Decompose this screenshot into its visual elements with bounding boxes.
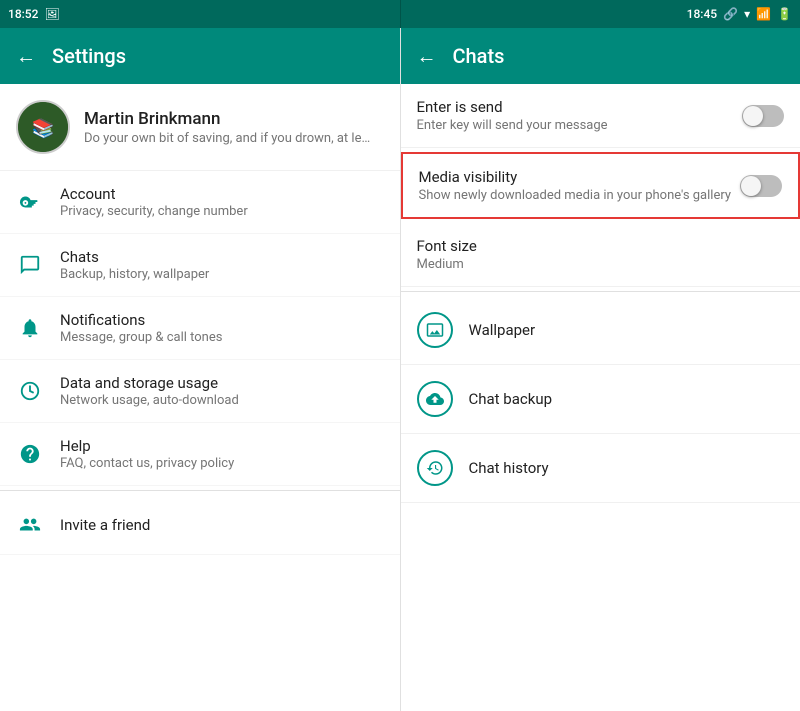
account-text: Account Privacy, security, change number — [60, 185, 384, 219]
photo-icon: 🖼 — [44, 7, 59, 21]
wifi-icon: ▾ — [744, 7, 750, 21]
settings-item-invite[interactable]: Invite a friend — [0, 495, 400, 555]
wallpaper-row[interactable]: Wallpaper — [401, 296, 800, 365]
profile-section[interactable]: 📚 Martin Brinkmann Do your own bit of sa… — [0, 84, 400, 171]
enter-is-send-toggle-thumb — [743, 106, 763, 126]
chats-text: Chats Backup, history, wallpaper — [60, 248, 384, 282]
enter-is-send-row: Enter is send Enter key will send your m… — [401, 84, 800, 148]
profile-name: Martin Brinkmann — [84, 109, 370, 129]
enter-is-send-subtitle: Enter key will send your message — [417, 118, 608, 133]
media-visibility-row: Media visibility Show newly downloaded m… — [401, 152, 800, 219]
notifications-title: Notifications — [60, 311, 384, 329]
svg-text:📚: 📚 — [31, 117, 54, 139]
settings-item-account[interactable]: Account Privacy, security, change number — [0, 171, 400, 234]
font-size-title: Font size — [417, 237, 785, 255]
right-content: Enter is send Enter key will send your m… — [401, 84, 800, 711]
right-app-bar-title: Chats — [453, 44, 505, 68]
font-size-row[interactable]: Font size Medium — [401, 223, 800, 287]
sim-icon: 🔗 — [723, 7, 738, 21]
left-back-button[interactable]: ← — [16, 44, 36, 69]
data-icon — [16, 380, 44, 402]
chat-backup-label: Chat backup — [469, 390, 553, 408]
settings-item-help[interactable]: Help FAQ, contact us, privacy policy — [0, 423, 400, 486]
font-size-value: Medium — [417, 257, 785, 272]
wallpaper-label: Wallpaper — [469, 321, 536, 339]
right-back-button[interactable]: ← — [417, 44, 437, 69]
status-bar: 18:52 🖼 18:45 🔗 ▾ 📶 🔋 — [0, 0, 800, 28]
chats-subtitle: Backup, history, wallpaper — [60, 267, 384, 282]
cloud-upload-icon — [417, 381, 453, 417]
key-icon — [16, 191, 44, 213]
avatar: 📚 — [16, 100, 70, 154]
chats-icon — [16, 254, 44, 276]
account-title: Account — [60, 185, 384, 203]
enter-is-send-toggle[interactable] — [742, 105, 784, 127]
signal-icon: 📶 — [756, 7, 771, 21]
wallpaper-icon — [417, 312, 453, 348]
settings-item-notifications[interactable]: Notifications Message, group & call tone… — [0, 297, 400, 360]
history-icon — [417, 450, 453, 486]
left-app-bar-title: Settings — [52, 44, 126, 68]
data-storage-title: Data and storage usage — [60, 374, 384, 392]
chat-history-label: Chat history — [469, 459, 549, 477]
settings-item-chats[interactable]: Chats Backup, history, wallpaper — [0, 234, 400, 297]
left-panel: ← Settings 📚 Martin Brinkmann Do your ow… — [0, 28, 400, 711]
help-text: Help FAQ, contact us, privacy policy — [60, 437, 384, 471]
battery-icon: 🔋 — [777, 7, 792, 21]
left-time: 18:52 — [8, 7, 38, 21]
right-app-bar: ← Chats — [401, 28, 800, 84]
notifications-icon — [16, 317, 44, 339]
invite-title: Invite a friend — [60, 516, 384, 534]
enter-is-send-title: Enter is send — [417, 98, 608, 116]
settings-item-data-storage[interactable]: Data and storage usage Network usage, au… — [0, 360, 400, 423]
media-visibility-subtitle: Show newly downloaded media in your phon… — [419, 188, 732, 203]
right-status: 18:45 🔗 ▾ 📶 🔋 — [401, 7, 800, 21]
notifications-text: Notifications Message, group & call tone… — [60, 311, 384, 345]
media-visibility-toggle-thumb — [741, 176, 761, 196]
right-time: 18:45 — [687, 7, 717, 21]
invite-icon — [16, 514, 44, 536]
media-visibility-title: Media visibility — [419, 168, 732, 186]
settings-list: Account Privacy, security, change number… — [0, 171, 400, 711]
notifications-subtitle: Message, group & call tones — [60, 330, 384, 345]
left-app-bar: ← Settings — [0, 28, 400, 84]
left-status: 18:52 🖼 — [0, 7, 400, 21]
profile-subtitle: Do your own bit of saving, and if you dr… — [84, 131, 370, 146]
right-panel: ← Chats Enter is send Enter key will sen… — [401, 28, 800, 711]
chat-backup-row[interactable]: Chat backup — [401, 365, 800, 434]
data-storage-subtitle: Network usage, auto-download — [60, 393, 384, 408]
help-subtitle: FAQ, contact us, privacy policy — [60, 456, 384, 471]
chats-title: Chats — [60, 248, 384, 266]
help-title: Help — [60, 437, 384, 455]
media-visibility-toggle[interactable] — [740, 175, 782, 197]
account-subtitle: Privacy, security, change number — [60, 204, 384, 219]
help-icon — [16, 443, 44, 465]
invite-text: Invite a friend — [60, 516, 384, 534]
profile-text: Martin Brinkmann Do your own bit of savi… — [84, 109, 370, 146]
data-storage-text: Data and storage usage Network usage, au… — [60, 374, 384, 408]
menu-divider — [0, 490, 400, 491]
panels: ← Settings 📚 Martin Brinkmann Do your ow… — [0, 28, 800, 711]
right-divider — [401, 291, 800, 292]
chat-history-row[interactable]: Chat history — [401, 434, 800, 503]
